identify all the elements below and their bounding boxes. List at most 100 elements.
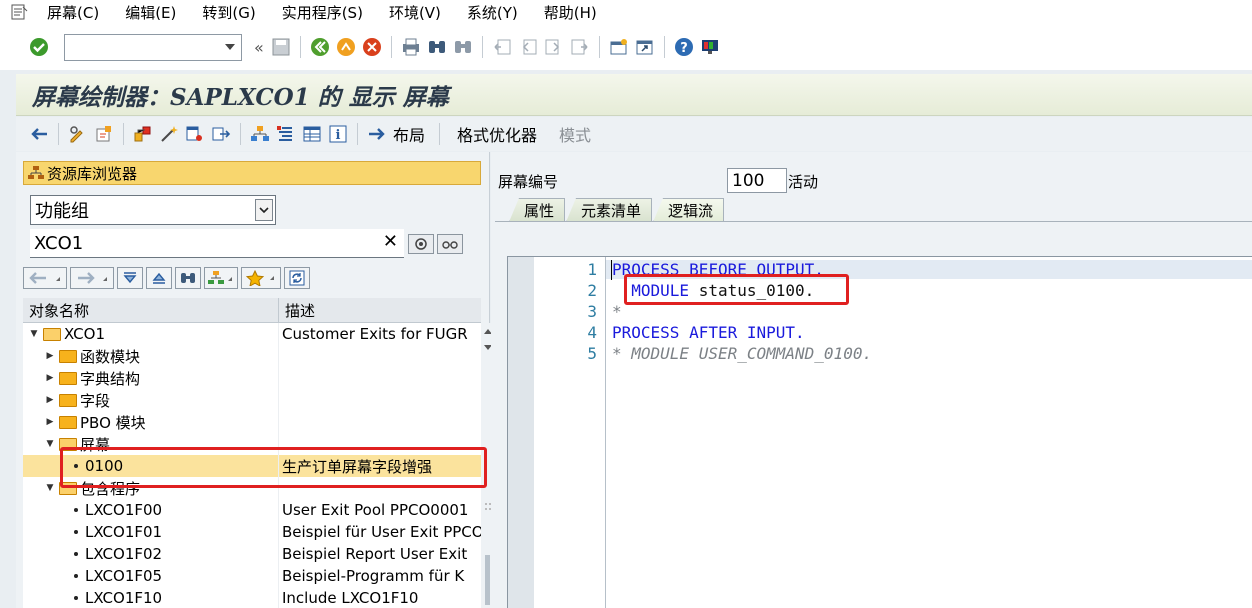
tab-element-list[interactable]: 元素清单 (566, 198, 653, 222)
layout-button[interactable]: 布局 (393, 122, 425, 146)
previous-object-button[interactable] (23, 267, 67, 289)
menu-goto[interactable]: 转到(G) (189, 2, 268, 23)
code-line[interactable]: * MODULE USER_COMMAND_0100. (612, 344, 872, 363)
command-field[interactable] (64, 33, 242, 61)
column-header-object-name[interactable]: 对象名称 (23, 298, 279, 322)
customize-layout-icon[interactable] (699, 36, 721, 58)
last-page-icon[interactable] (569, 36, 591, 58)
find-icon[interactable] (426, 36, 448, 58)
first-page-icon[interactable] (491, 36, 513, 58)
object-type-select[interactable]: 功能组 (30, 195, 276, 225)
list-icon[interactable] (275, 123, 297, 145)
menu-utilities[interactable]: 实用程序(S) (269, 2, 376, 23)
where-used-icon[interactable] (184, 123, 206, 145)
expanded-node-icon[interactable]: ▼ (45, 483, 55, 493)
navigate-icon[interactable] (210, 123, 232, 145)
tree-row[interactable]: ▼ 屏幕 (23, 433, 481, 455)
back-icon[interactable] (309, 36, 331, 58)
repository-browser-header[interactable]: 资源库浏览器 (23, 161, 481, 185)
menu-environment[interactable]: 环境(V) (376, 2, 454, 23)
collapsed-node-icon[interactable]: ▶ (45, 373, 55, 383)
tree-cell-name[interactable]: LXCO1F10 (23, 587, 279, 608)
cancel-icon[interactable] (361, 36, 383, 58)
code-line[interactable]: PROCESS BEFORE OUTPUT. (606, 260, 1252, 279)
menu-edit[interactable]: 编辑(E) (112, 2, 189, 23)
back-arrow-icon[interactable] (28, 123, 50, 145)
print-icon[interactable] (400, 36, 422, 58)
tree-cell-name[interactable]: ▼ XCO1 (23, 323, 279, 345)
shortcut-icon[interactable] (634, 36, 656, 58)
collapsed-node-icon[interactable]: ▶ (45, 351, 55, 361)
menu-screen[interactable]: 屏幕(C) (34, 2, 112, 23)
tree-cell-name[interactable]: ▼ 包含程序 (23, 477, 279, 499)
tree-row[interactable]: ▶ PBO 模块 (23, 411, 481, 433)
format-optimizer-button[interactable]: 格式优化器 (457, 122, 537, 146)
save-icon[interactable] (270, 36, 292, 58)
tree-row[interactable]: LXCO1F05 Beispiel-Programm für K (23, 565, 481, 587)
find-button[interactable] (175, 267, 201, 289)
tree-cell-name[interactable]: ▼ 屏幕 (23, 433, 279, 455)
tree-row[interactable]: ▼ XCO1 Customer Exits for FUGR (23, 323, 481, 345)
toolbar-overflow-icon[interactable]: « (254, 38, 264, 57)
object-name-input[interactable]: XCO1 ✕ (30, 229, 404, 258)
tree-cell-name[interactable]: ▶ 字典结构 (23, 367, 279, 389)
next-object-button[interactable] (70, 267, 114, 289)
find-next-icon[interactable] (452, 36, 474, 58)
tree-cell-name[interactable]: ▶ 函数模块 (23, 345, 279, 367)
tree-row[interactable]: ▶ 字段 (23, 389, 481, 411)
chevron-down-icon[interactable] (255, 199, 273, 221)
collapsed-node-icon[interactable]: ▶ (45, 417, 55, 427)
system-menu-icon[interactable] (6, 2, 34, 22)
tree-row[interactable]: LXCO1F00 User Exit Pool PPCO0001 (23, 499, 481, 521)
magic-wand-icon[interactable] (158, 123, 180, 145)
tab-attributes[interactable]: 属性 (509, 198, 566, 222)
menu-help[interactable]: 帮助(H) (531, 2, 610, 23)
tab-flow-logic[interactable]: 逻辑流 (653, 198, 725, 222)
tree-row[interactable]: 0100 生产订单屏幕字段增强 (23, 455, 481, 477)
tree-cell-name[interactable]: LXCO1F01 (23, 521, 279, 543)
tree-row[interactable]: LXCO1F02 Beispiel Report User Exit (23, 543, 481, 565)
hierarchy-icon[interactable] (249, 123, 271, 145)
info-icon[interactable]: i (327, 123, 349, 145)
expanded-node-icon[interactable]: ▼ (45, 439, 55, 449)
favorites-button[interactable] (241, 267, 281, 289)
collapsed-node-icon[interactable]: ▶ (45, 395, 55, 405)
code-line[interactable]: PROCESS AFTER INPUT. (612, 323, 805, 342)
exit-icon[interactable] (335, 36, 357, 58)
other-object-icon[interactable] (132, 123, 154, 145)
layout-arrow-icon[interactable] (366, 123, 388, 145)
display-change-icon[interactable] (67, 123, 89, 145)
tree-row[interactable]: LXCO1F01 Beispiel für User Exit PPCO (23, 521, 481, 543)
screen-number-field[interactable]: 100 (727, 168, 787, 193)
tree-cell-name[interactable]: ▶ 字段 (23, 389, 279, 411)
tree-cell-name[interactable]: LXCO1F00 (23, 499, 279, 521)
menu-system[interactable]: 系统(Y) (454, 2, 531, 23)
tree-row[interactable]: LXCO1F10 Include LXCO1F10 (23, 587, 481, 608)
tree-cell-name[interactable]: ▶ PBO 模块 (23, 411, 279, 433)
column-header-description[interactable]: 描述 (279, 298, 481, 322)
command-dropdown-icon[interactable] (225, 43, 235, 50)
flow-logic-editor[interactable]: 1 2 3 4 5 PROCESS BEFORE OUTPUT. MODULE stat… (507, 256, 1252, 608)
new-session-icon[interactable] (608, 36, 630, 58)
collapse-button[interactable] (117, 267, 143, 289)
code-line[interactable]: MODULE status_0100. (612, 281, 814, 300)
help-icon[interactable]: ? (673, 36, 695, 58)
table-icon[interactable] (301, 123, 323, 145)
tree-row[interactable]: ▶ 函数模块 (23, 345, 481, 367)
tree-row[interactable]: ▼ 包含程序 (23, 477, 481, 499)
display-object-button[interactable] (408, 234, 434, 254)
hierarchy-menu-button[interactable] (204, 267, 238, 289)
expanded-node-icon[interactable]: ▼ (29, 329, 39, 339)
enter-check-icon[interactable] (28, 36, 50, 58)
tree-cell-name[interactable]: LXCO1F02 (23, 543, 279, 565)
glasses-button[interactable] (437, 234, 463, 254)
scroll-thumb[interactable] (485, 555, 490, 605)
tree-row[interactable]: ▶ 字典结构 (23, 367, 481, 389)
prev-page-icon[interactable] (517, 36, 539, 58)
next-page-icon[interactable] (543, 36, 565, 58)
expand-button[interactable] (146, 267, 172, 289)
code-line[interactable]: * (612, 302, 622, 321)
refresh-button[interactable] (284, 267, 310, 289)
activate-icon[interactable] (93, 123, 115, 145)
tree-cell-name[interactable]: LXCO1F05 (23, 565, 279, 587)
